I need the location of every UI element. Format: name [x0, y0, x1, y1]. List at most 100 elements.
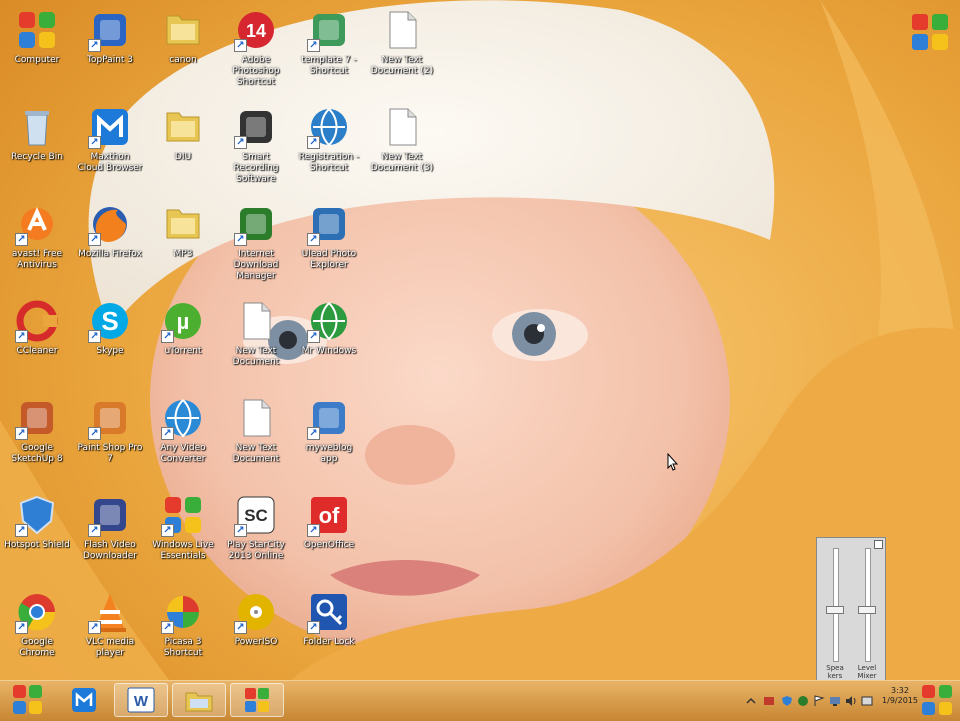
- desktop-icon[interactable]: ↗ Any Video Converter: [150, 392, 216, 480]
- desktop-icon-label: Google Chrome: [19, 637, 55, 658]
- device-volume-slider[interactable]: [826, 605, 844, 614]
- desktop-icon[interactable]: New Text Document: [223, 295, 289, 383]
- desktop-icon-label: Play StarCity 2013 Online: [227, 540, 285, 561]
- windows-icon: ↗: [161, 493, 205, 537]
- desktop-icon[interactable]: ↗ Maxthon Cloud Browser: [77, 101, 143, 189]
- desktop-icon[interactable]: ↗ PowerISO: [223, 586, 289, 674]
- shortcut-arrow-icon: ↗: [161, 524, 174, 537]
- desktop-icon[interactable]: µ ↗ uTorrent: [150, 295, 216, 383]
- desktop-icon[interactable]: ↗ Folder Lock: [296, 586, 362, 674]
- paint-icon: ↗: [88, 8, 132, 52]
- desktop-icon[interactable]: ↗ CCleaner: [4, 295, 70, 383]
- tray-idm-icon[interactable]: [797, 695, 809, 707]
- desktop-icon[interactable]: ↗ template 7 - Shortcut: [296, 4, 362, 92]
- desktop-icon[interactable]: ↗ Smart Recording Software: [223, 101, 289, 189]
- desktop-icon[interactable]: S ↗ Skype: [77, 295, 143, 383]
- desktop-icon[interactable]: of ↗ OpenOffice: [296, 489, 362, 577]
- recycle-bin-icon: [15, 105, 59, 149]
- taskbar-word[interactable]: W: [114, 683, 168, 717]
- device-volume-column: Spea kers: [821, 544, 849, 684]
- desktop-icon-label: Adobe Photoshop Shortcut: [232, 55, 280, 87]
- desktop-icon[interactable]: Recycle Bin: [4, 101, 70, 189]
- globe-icon: ↗: [307, 299, 351, 343]
- desktop-icon[interactable]: ↗ avast! Free Antivirus: [4, 198, 70, 286]
- desktop-icon-label: New Text Document: [232, 346, 280, 367]
- desktop-icon-label: Mozilla Firefox: [78, 249, 142, 259]
- desktop-icon[interactable]: ↗ Mr Windows: [296, 295, 362, 383]
- desktop-icon[interactable]: DIU: [150, 101, 216, 189]
- shortcut-arrow-icon: ↗: [307, 524, 320, 537]
- desktop-icon[interactable]: ↗ TopPaint 3: [77, 4, 143, 92]
- maxthon-icon: [72, 688, 96, 712]
- desktop-icon-label: template 7 - Shortcut: [301, 55, 357, 76]
- windows-flag-icon[interactable]: [910, 12, 950, 52]
- desktop-icon[interactable]: Computer: [4, 4, 70, 92]
- taskbar-maxthon[interactable]: [62, 683, 106, 717]
- shortcut-arrow-icon: ↗: [88, 427, 101, 440]
- desktop-icon[interactable]: ↗ Picasa 3 Shortcut: [150, 586, 216, 674]
- desktop-icon[interactable]: ↗ Internet Download Manager: [223, 198, 289, 286]
- desktop-icon-label: Paint Shop Pro 7: [77, 443, 143, 464]
- desktop-icon[interactable]: ↗ myweblog app: [296, 392, 362, 480]
- action-center-flag-icon[interactable]: [813, 695, 825, 707]
- folder-lock-icon: ↗: [307, 590, 351, 634]
- tray-app-icon[interactable]: [763, 695, 775, 707]
- show-hidden-icons-icon[interactable]: [745, 695, 757, 707]
- taskbar-flag-app[interactable]: [230, 683, 284, 717]
- desktop-icon[interactable]: ↗ Windows Live Essentials: [150, 489, 216, 577]
- desktop-icon-label: avast! Free Antivirus: [11, 249, 63, 270]
- desktop-icon[interactable]: ↗ Ulead Photo Explorer: [296, 198, 362, 286]
- desktop-icon[interactable]: MP3: [150, 198, 216, 286]
- svg-text:of: of: [319, 503, 340, 528]
- language-icon[interactable]: [861, 695, 873, 707]
- desktop-icon[interactable]: canon: [150, 4, 216, 92]
- skype-icon: S ↗: [88, 299, 132, 343]
- windows-flag-icon[interactable]: [920, 683, 954, 717]
- desktop-icon[interactable]: New Text Document: [223, 392, 289, 480]
- shortcut-arrow-icon: ↗: [161, 621, 174, 634]
- clock-time: 3:32: [891, 686, 909, 695]
- shortcut-arrow-icon: ↗: [234, 233, 247, 246]
- taskbar-clock[interactable]: 3:32 1/9/2015: [882, 686, 918, 706]
- computer-icon: [15, 8, 59, 52]
- taskbar: W: [0, 680, 960, 721]
- windows-flag-icon: [245, 688, 269, 712]
- explorer-icon: [185, 692, 213, 712]
- desktop-icon-label: TopPaint 3: [86, 55, 134, 65]
- desktop-icon-label: Windows Live Essentials: [152, 540, 214, 561]
- desktop-icon[interactable]: ↗ Hotspot Shield: [4, 489, 70, 577]
- taskbar-explorer[interactable]: [172, 683, 226, 717]
- desktop-icon[interactable]: ↗ Google Chrome: [4, 586, 70, 674]
- desktop-icon[interactable]: ↗ Registration - Shortcut: [296, 101, 362, 189]
- chrome-icon: ↗: [15, 590, 59, 634]
- speaker-icon[interactable]: [845, 695, 857, 707]
- desktop-icon[interactable]: ↗ Google SketchUp 8: [4, 392, 70, 480]
- desktop-icon-label: Internet Download Manager: [233, 249, 279, 281]
- desktop-icon-label: DIU: [174, 152, 192, 162]
- mouse-cursor-icon: [667, 453, 679, 471]
- shortcut-arrow-icon: ↗: [88, 136, 101, 149]
- vlc-icon: ↗: [88, 590, 132, 634]
- sketchup-icon: ↗: [15, 396, 59, 440]
- poweriso-icon: ↗: [234, 590, 278, 634]
- start-button[interactable]: [6, 683, 50, 717]
- video-downloader-icon: ↗: [88, 493, 132, 537]
- desktop-icon[interactable]: ↗ Flash Video Downloader: [77, 489, 143, 577]
- app-volume-slider[interactable]: [858, 605, 876, 614]
- desktop-icon[interactable]: New Text Document (3): [369, 101, 435, 189]
- desktop-icon[interactable]: ↗ Paint Shop Pro 7: [77, 392, 143, 480]
- network-icon[interactable]: [829, 695, 841, 707]
- desktop-icon[interactable]: ↗ Mozilla Firefox: [77, 198, 143, 286]
- desktop-icon[interactable]: 14 ↗ Adobe Photoshop Shortcut: [223, 4, 289, 92]
- desktop-icon[interactable]: ↗ VLC media player: [77, 586, 143, 674]
- desktop-icon[interactable]: New Text Document (2): [369, 4, 435, 92]
- app-14-icon: 14 ↗: [234, 8, 278, 52]
- desktop-icon-label: Skype: [96, 346, 124, 356]
- idm-icon: ↗: [234, 202, 278, 246]
- desktop-icon[interactable]: SC ↗ Play StarCity 2013 Online: [223, 489, 289, 577]
- shortcut-arrow-icon: ↗: [88, 233, 101, 246]
- svg-text:W: W: [134, 693, 149, 710]
- desktop-icon-label: Registration - Shortcut: [298, 152, 360, 173]
- tray-shield-icon[interactable]: [781, 695, 793, 707]
- shortcut-arrow-icon: ↗: [15, 330, 28, 343]
